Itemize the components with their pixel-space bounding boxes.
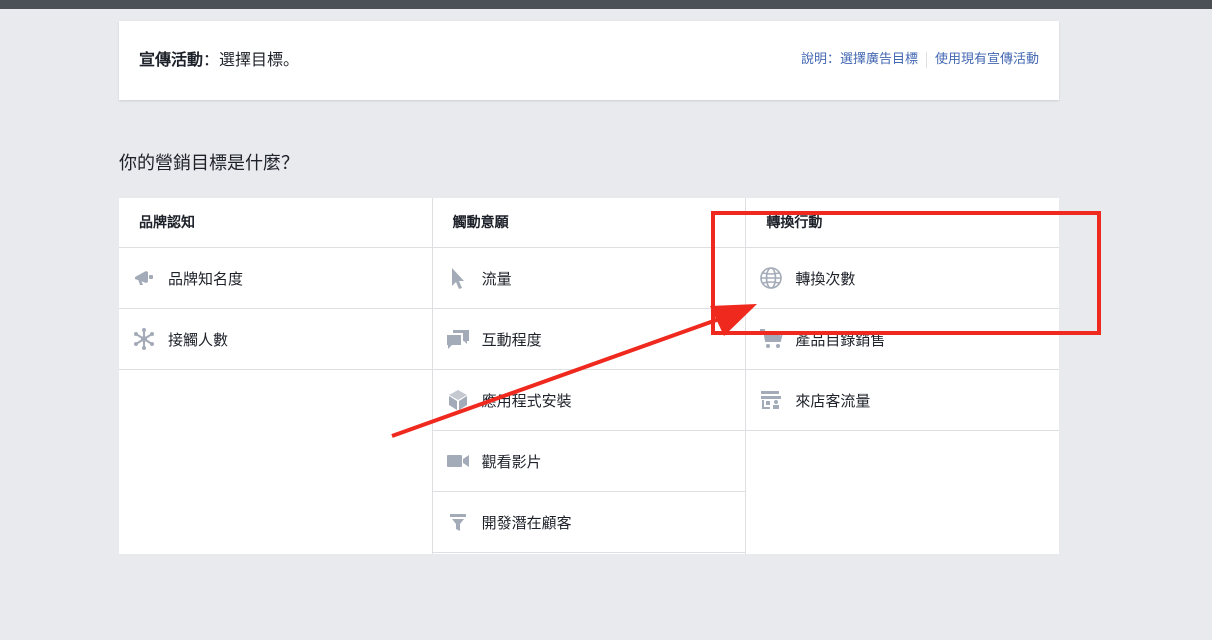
globe-icon xyxy=(759,266,783,290)
column-consideration: 觸動意願 流量 互動程度 應用程式安裝 觀看影片 開發潛在顧客 xyxy=(431,198,746,554)
objective-label: 來店客流量 xyxy=(795,391,871,410)
objective-engagement[interactable]: 互動程度 xyxy=(432,309,746,370)
network-icon xyxy=(132,327,156,351)
objective-label: 品牌知名度 xyxy=(168,269,244,288)
header-card: 宣傳活動：選擇目標。 說明：選擇廣告目標 使用現有宣傳活動 xyxy=(119,21,1059,100)
column-conversion: 轉換行動 轉換次數 產品目錄銷售 來店客流量 xyxy=(745,198,1060,554)
box-icon xyxy=(446,388,470,412)
column-title: 轉換行動 xyxy=(746,198,1060,248)
column-title: 觸動意願 xyxy=(432,198,746,248)
section-title: 你的營銷目標是什麼？ xyxy=(119,153,299,174)
objective-traffic[interactable]: 流量 xyxy=(432,248,746,309)
column-title: 品牌認知 xyxy=(119,198,432,248)
campaign-prompt: ：選擇目標。 xyxy=(203,50,300,69)
funnel-icon xyxy=(446,510,470,534)
objective-label: 應用程式安裝 xyxy=(481,391,572,410)
objective-grid: 品牌認知 品牌知名度 接觸人數 觸動意願 流量 互動程度 應用程式安裝 觀看影片… xyxy=(119,198,1060,554)
objective-catalog-sales[interactable]: 產品目錄銷售 xyxy=(746,309,1060,370)
objective-label: 產品目錄銷售 xyxy=(795,330,886,349)
column-brand-awareness: 品牌認知 品牌知名度 接觸人數 xyxy=(119,198,432,554)
objective-video-views[interactable]: 觀看影片 xyxy=(432,431,746,492)
objective-lead-generation[interactable]: 開發潛在顧客 xyxy=(432,492,746,553)
header-links: 說明：選擇廣告目標 使用現有宣傳活動 xyxy=(801,52,1039,68)
objective-label: 接觸人數 xyxy=(168,330,229,349)
objective-label: 流量 xyxy=(481,269,512,288)
objective-brand-awareness[interactable]: 品牌知名度 xyxy=(119,248,432,309)
use-existing-campaign-link[interactable]: 使用現有宣傳活動 xyxy=(935,52,1039,68)
video-camera-icon xyxy=(446,449,470,473)
megaphone-icon xyxy=(132,266,156,290)
objective-app-installs[interactable]: 應用程式安裝 xyxy=(432,370,746,431)
cursor-icon xyxy=(446,266,470,290)
objective-conversions[interactable]: 轉換次數 xyxy=(746,248,1060,309)
objective-label: 互動程度 xyxy=(481,330,542,349)
objective-label: 轉換次數 xyxy=(795,269,856,288)
objective-label: 觀看影片 xyxy=(481,452,542,471)
chat-bubbles-icon xyxy=(446,327,470,351)
objective-store-visits[interactable]: 來店客流量 xyxy=(746,370,1060,431)
top-bar xyxy=(0,0,1212,9)
objective-label: 開發潛在顧客 xyxy=(481,513,572,532)
page-title: 宣傳活動：選擇目標。 xyxy=(139,50,299,70)
campaign-label: 宣傳活動 xyxy=(139,50,204,69)
store-icon xyxy=(759,388,783,412)
help-link[interactable]: 說明：選擇廣告目標 xyxy=(801,52,918,68)
objective-reach[interactable]: 接觸人數 xyxy=(119,309,432,370)
link-divider xyxy=(925,52,927,68)
cart-icon xyxy=(759,327,784,351)
